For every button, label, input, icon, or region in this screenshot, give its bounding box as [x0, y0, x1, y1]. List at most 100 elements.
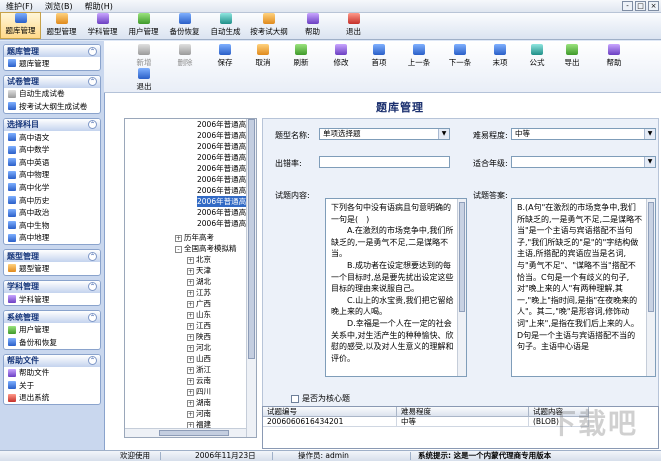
- last-record-button[interactable]: 末项: [482, 44, 518, 68]
- save-button[interactable]: 保存: [207, 44, 243, 68]
- tree-region[interactable]: + 四川: [187, 386, 211, 397]
- chevron-up-icon[interactable]: ⌃: [88, 282, 97, 292]
- toolbar-users-button[interactable]: 用户管理: [123, 12, 164, 39]
- scroll-thumb[interactable]: [248, 119, 255, 359]
- first-record-button[interactable]: 首项: [361, 44, 397, 68]
- tree-region[interactable]: + 山西: [187, 353, 211, 364]
- sidebar-item-outline-paper[interactable]: 按考试大纲生成试卷: [4, 100, 100, 113]
- sidebar-item-politics[interactable]: 高中政治: [4, 206, 100, 219]
- export-button[interactable]: 导出: [554, 44, 590, 68]
- panel-header[interactable]: 帮助文件 ⌃: [4, 354, 100, 367]
- error-rate-input[interactable]: [319, 156, 450, 168]
- tree-vertical-scrollbar[interactable]: [246, 119, 256, 437]
- expand-icon[interactable]: +: [187, 300, 194, 308]
- chevron-up-icon[interactable]: ⌃: [88, 251, 97, 261]
- expand-icon[interactable]: +: [187, 366, 194, 374]
- panel-header[interactable]: 题型管理 ⌃: [4, 250, 100, 263]
- toolbar-help-button[interactable]: 帮助: [292, 12, 333, 39]
- help-button[interactable]: 帮助: [596, 44, 632, 68]
- tree-item[interactable]: 2006年普通高: [197, 174, 246, 185]
- sidebar-item-chemistry[interactable]: 高中化学: [4, 181, 100, 194]
- toolbar-exit-button[interactable]: 退出: [333, 12, 374, 39]
- panel-header[interactable]: 系统管理 ⌃: [4, 311, 100, 324]
- chevron-down-icon[interactable]: ▼: [644, 157, 655, 167]
- sidebar-item-math[interactable]: 高中数学: [4, 143, 100, 156]
- tree-region[interactable]: + 江苏: [187, 287, 211, 298]
- tree-region[interactable]: + 天津: [187, 265, 211, 276]
- expand-icon[interactable]: +: [187, 267, 194, 275]
- type-select[interactable]: 单项选择题 ▼: [319, 128, 450, 140]
- sidebar-item-exit[interactable]: 退出系统: [4, 392, 100, 405]
- core-question-checkbox[interactable]: [291, 394, 299, 403]
- sidebar-item-user-manage[interactable]: 用户管理: [4, 323, 100, 336]
- sidebar-item-question-bank[interactable]: 题库管理: [4, 57, 100, 70]
- previous-record-button[interactable]: 上一条: [401, 44, 437, 68]
- difficulty-select[interactable]: 中等 ▼: [511, 128, 656, 140]
- chevron-up-icon[interactable]: ⌃: [88, 312, 97, 322]
- expand-icon[interactable]: +: [187, 344, 194, 352]
- chevron-up-icon[interactable]: ⌃: [88, 46, 97, 56]
- chevron-down-icon[interactable]: ▼: [438, 129, 449, 139]
- tree-horizontal-scrollbar[interactable]: [125, 428, 246, 437]
- tree-item[interactable]: 2006年普通高: [197, 185, 246, 196]
- menu-maintain[interactable]: 维护(F): [0, 0, 39, 13]
- panel-header[interactable]: 选择科目 ⌃: [4, 118, 100, 131]
- tree-region[interactable]: + 北京: [187, 254, 211, 265]
- tree-region[interactable]: + 湖北: [187, 276, 211, 287]
- expand-icon[interactable]: +: [187, 333, 194, 341]
- tree-region[interactable]: + 山东: [187, 309, 211, 320]
- toolbar-outline-button[interactable]: 按考试大纲: [246, 12, 292, 39]
- grid-cell-id[interactable]: 2006060616434201: [263, 417, 397, 427]
- edit-button[interactable]: 修改: [323, 44, 359, 68]
- tree-item[interactable]: 2006年普通高: [197, 152, 246, 163]
- exit-button[interactable]: 退出: [126, 68, 162, 92]
- maximize-button[interactable]: □: [635, 1, 646, 11]
- toolbar-question-bank-button[interactable]: 题库管理: [0, 12, 41, 39]
- refresh-button[interactable]: 刷新: [283, 44, 319, 68]
- scroll-thumb[interactable]: [459, 202, 465, 312]
- close-button[interactable]: ×: [648, 1, 659, 11]
- grid-cell-difficulty[interactable]: 中等: [397, 417, 529, 427]
- tree-region[interactable]: + 河北: [187, 342, 211, 353]
- grade-select[interactable]: ▼: [511, 156, 656, 168]
- tree-group[interactable]: + 历年高考: [175, 232, 214, 243]
- sidebar-item-help-file[interactable]: 帮助文件: [4, 367, 100, 380]
- tree-region[interactable]: + 浙江: [187, 364, 211, 375]
- tree-region[interactable]: + 云南: [187, 375, 211, 386]
- question-content-textarea[interactable]: 下列各句中没有语病且句意明确的一句是( ) A.在激烈的市场竞争中,我们所缺乏的…: [325, 198, 467, 377]
- tree-region[interactable]: + 陕西: [187, 331, 211, 342]
- minimize-button[interactable]: -: [622, 1, 633, 11]
- collapse-icon[interactable]: -: [175, 245, 182, 253]
- expand-icon[interactable]: +: [187, 377, 194, 385]
- sidebar-item-subject-manage[interactable]: 学科管理: [4, 293, 100, 306]
- tree-group[interactable]: - 全国高考模拟精: [175, 243, 237, 254]
- expand-icon[interactable]: +: [187, 322, 194, 330]
- sidebar-item-auto-paper[interactable]: 自动生成试卷: [4, 88, 100, 101]
- expand-icon[interactable]: +: [187, 410, 194, 418]
- tree-region[interactable]: + 江西: [187, 320, 211, 331]
- expand-icon[interactable]: +: [187, 311, 194, 319]
- expand-icon[interactable]: +: [187, 399, 194, 407]
- panel-header[interactable]: 题库管理 ⌃: [4, 45, 100, 57]
- core-question-checkbox-row[interactable]: 是否为核心题: [291, 393, 350, 404]
- panel-header[interactable]: 学科管理 ⌃: [4, 280, 100, 293]
- tree-item[interactable]: 2006年普通高: [197, 130, 246, 141]
- sidebar-item-physics[interactable]: 高中物理: [4, 169, 100, 182]
- expand-icon[interactable]: +: [175, 234, 182, 242]
- toolbar-question-type-button[interactable]: 题型管理: [41, 12, 82, 39]
- next-record-button[interactable]: 下一条: [442, 44, 478, 68]
- tree-item[interactable]: 2006年普通高: [197, 141, 246, 152]
- toolbar-auto-generate-button[interactable]: 自动生成: [205, 12, 246, 39]
- cancel-button[interactable]: 取消: [245, 44, 281, 68]
- toolbar-subject-button[interactable]: 学科管理: [82, 12, 123, 39]
- expand-icon[interactable]: +: [187, 388, 194, 396]
- tree-item[interactable]: 2006年普通高: [197, 163, 246, 174]
- grid-header-id[interactable]: 试题编号: [263, 407, 397, 417]
- scroll-thumb[interactable]: [159, 430, 229, 436]
- question-answer-textarea[interactable]: B.(A句"在激烈的市场竞争中,我们所缺乏的,一是勇气不足,二是谋略不当"是一个…: [511, 198, 656, 377]
- tree-item[interactable]: 2006年普通高: [197, 207, 246, 218]
- answer-scrollbar[interactable]: [646, 199, 655, 376]
- sidebar-item-backup[interactable]: 备份和恢复: [4, 336, 100, 349]
- chevron-down-icon[interactable]: ▼: [644, 129, 655, 139]
- sidebar-item-biology[interactable]: 高中生物: [4, 219, 100, 232]
